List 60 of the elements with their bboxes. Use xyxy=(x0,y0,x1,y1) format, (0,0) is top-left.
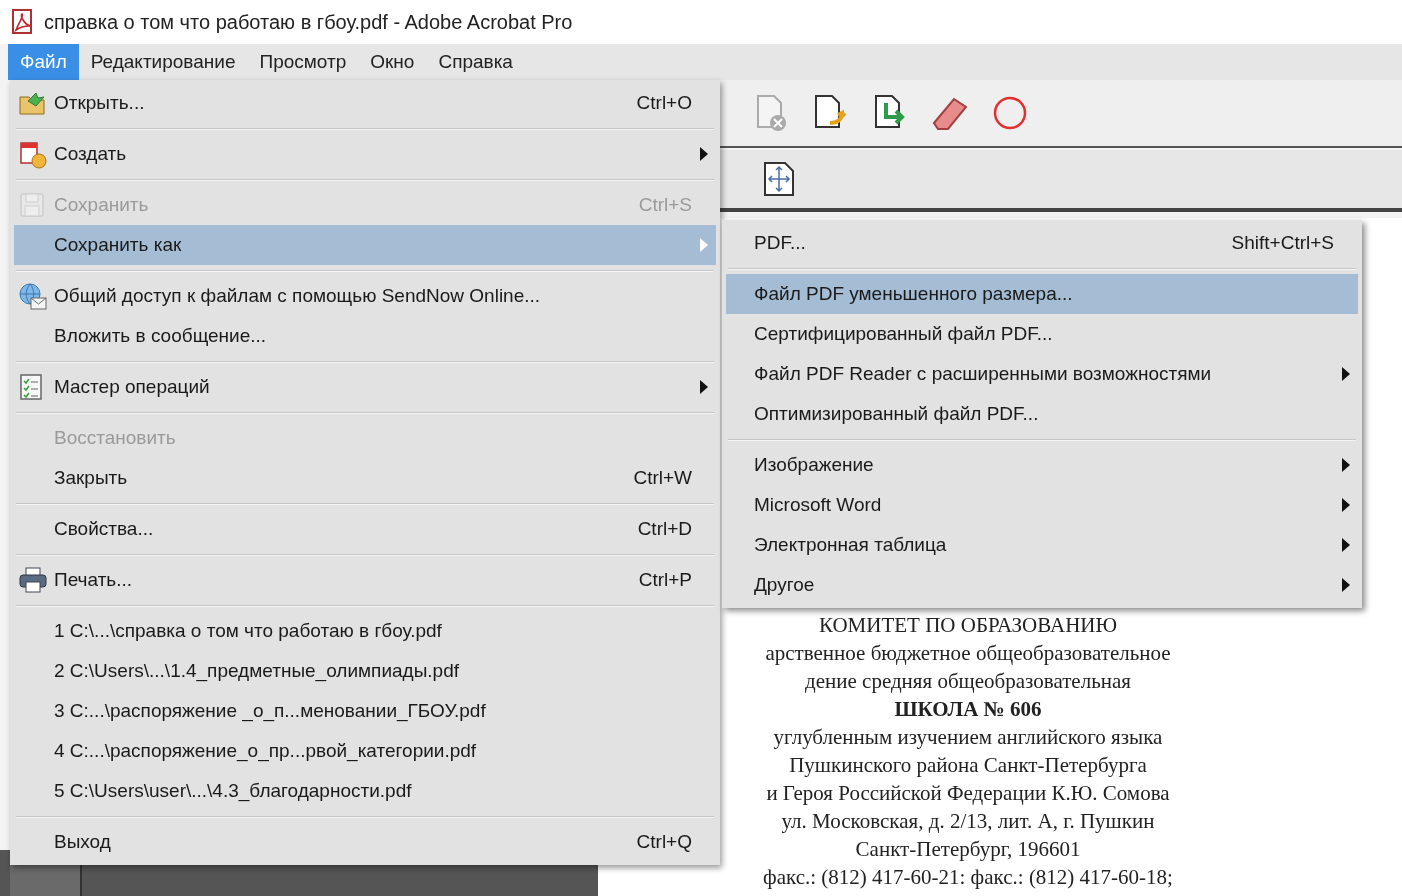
window-title: справка о том что работаю в гбоу.pdf - Adobe Acrobat Pro xyxy=(44,10,573,35)
shortcut-label: Ctrl+S xyxy=(638,192,692,217)
save-icon xyxy=(18,191,46,219)
menu-item[interactable]: Печать... Ctrl+P xyxy=(14,560,716,600)
document-text-line: арственное бюджетное общеобразовательное xyxy=(765,640,1171,667)
shortcut-label: Shift+Ctrl+S xyxy=(1231,230,1334,255)
submenu-arrow-icon xyxy=(1342,458,1350,472)
document-text-line: ул. Московская, д. 2/13, лит. А, г. Пушкин xyxy=(781,808,1155,835)
submenu-arrow-icon xyxy=(1342,538,1350,552)
menu-bar-item[interactable]: Окно xyxy=(358,44,427,80)
menu-item[interactable]: 1 C:\...\справка о том что работаю в гбоу.pdf xyxy=(14,611,716,651)
document-text-line: и Героя Российской Федерации К.Ю. Сомова xyxy=(766,780,1170,807)
menu-item[interactable]: Создать xyxy=(14,134,716,174)
checklist-icon xyxy=(18,373,44,401)
shortcut-label: Ctrl+O xyxy=(636,90,692,115)
menu-item[interactable]: PDF... Shift+Ctrl+S xyxy=(726,223,1358,263)
menu-bar-item[interactable]: Редактирование xyxy=(78,44,248,80)
submenu-arrow-icon xyxy=(700,380,708,394)
menu-item[interactable]: Мастер операций xyxy=(14,367,716,407)
menu-item[interactable]: Закрыть Ctrl+W xyxy=(14,458,716,498)
menu-item[interactable]: Microsoft Word xyxy=(726,485,1358,525)
menu-item[interactable]: Файл PDF Reader с расширенными возможностями xyxy=(726,354,1358,394)
printer-icon xyxy=(18,566,48,594)
menu-item[interactable]: 5 C:\Users\user\...\4.3_благодарности.pdf xyxy=(14,771,716,811)
menu-item[interactable]: Сохранить как xyxy=(14,225,716,265)
menu-item[interactable]: Изображение xyxy=(726,445,1358,485)
submenu-arrow-icon xyxy=(1342,498,1350,512)
fit-page-icon xyxy=(762,161,796,197)
document-text-line: Пушкинского района Санкт-Петербурга xyxy=(789,752,1147,779)
menu-item[interactable]: Открыть... Ctrl+O xyxy=(14,83,716,123)
document-text-line: углубленным изучением английского языка xyxy=(773,724,1163,751)
document-text-line: Санкт-Петербург, 196601 xyxy=(855,836,1081,863)
shortcut-label: Ctrl+P xyxy=(638,567,692,592)
submenu-arrow-icon xyxy=(1342,578,1350,592)
submenu-arrow-icon xyxy=(700,147,708,161)
shortcut-label: Ctrl+Q xyxy=(636,829,692,854)
menu-item[interactable]: Другое xyxy=(726,565,1358,605)
document-text-line: дение средняя общеобразовательная xyxy=(805,668,1131,695)
shortcut-label: Ctrl+D xyxy=(637,516,692,541)
submenu-arrow-icon xyxy=(1342,367,1350,381)
shortcut-label: Ctrl+W xyxy=(633,465,692,490)
menu-bar-item[interactable]: Справка xyxy=(426,44,525,80)
document-heading: ШКОЛА № 606 xyxy=(894,696,1042,723)
menu-item[interactable]: Выход Ctrl+Q xyxy=(14,822,716,862)
menu-item[interactable]: Общий доступ к файлам с помощью SendNow Online... xyxy=(14,276,716,316)
document-text-line: КОМИТЕТ ПО ОБРАЗОВАНИЮ xyxy=(818,612,1118,639)
menu-item[interactable]: Оптимизированный файл PDF... xyxy=(726,394,1358,434)
menu-item[interactable]: 3 C:...\распоряжение _о_п...меновании_ГБОУ.pdf xyxy=(14,691,716,731)
menu-item[interactable]: Свойства... Ctrl+D xyxy=(14,509,716,549)
menu-item[interactable]: Вложить в сообщение... xyxy=(14,316,716,356)
menu-item[interactable]: Сертифицированный файл PDF... xyxy=(726,314,1358,354)
menu-item[interactable]: Файл PDF уменьшенного размера... xyxy=(726,274,1358,314)
menu-item[interactable]: Электронная таблица xyxy=(726,525,1358,565)
menu-bar-item[interactable]: Просмотр xyxy=(247,44,359,80)
globe-mail-icon xyxy=(18,282,48,312)
menu-item[interactable]: 4 C:...\распоряжение_о_пр...рвой_категории.pdf xyxy=(14,731,716,771)
submenu-arrow-icon xyxy=(700,238,708,252)
document-text-line: факс.: (812) 417-60-21: факс.: (812) 417-60-18; xyxy=(763,864,1173,891)
menu-item[interactable]: 2 C:\Users\...\1.4_предметные_олимпиады.pdf xyxy=(14,651,716,691)
create-pdf-icon xyxy=(18,140,48,170)
